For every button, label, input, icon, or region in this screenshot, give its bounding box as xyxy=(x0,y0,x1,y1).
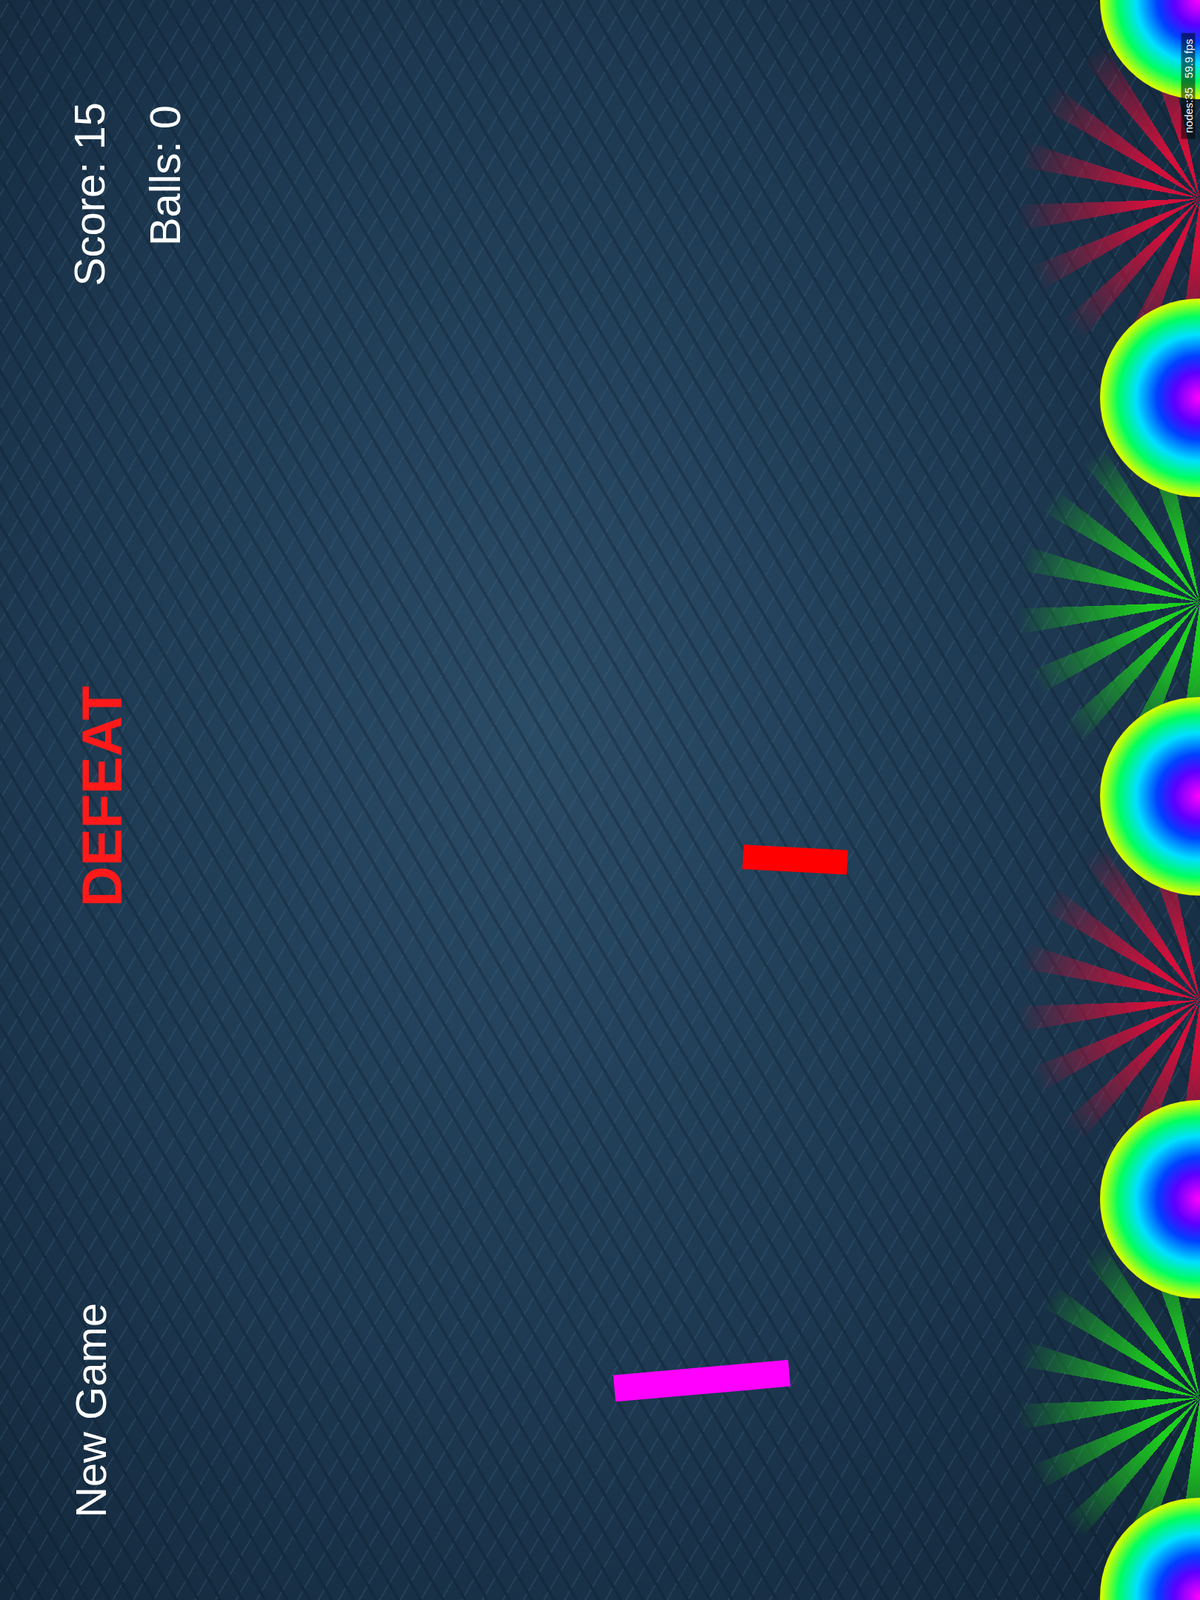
game-screen: Score: 15 Balls: 0 DEFEAT New Game nodes:35 5… xyxy=(0,0,1200,1600)
fps-count: 59.9 fps xyxy=(1182,38,1195,78)
defeat-message: DEFEAT xyxy=(74,685,131,907)
score-label: Score: 15 xyxy=(68,102,112,286)
new-game-button[interactable]: New Game xyxy=(69,1302,113,1518)
nodes-count: nodes:35 xyxy=(1182,87,1195,134)
balls-label: Balls: 0 xyxy=(143,105,187,246)
debug-stats: nodes:35 59.9 fps xyxy=(1181,32,1196,139)
